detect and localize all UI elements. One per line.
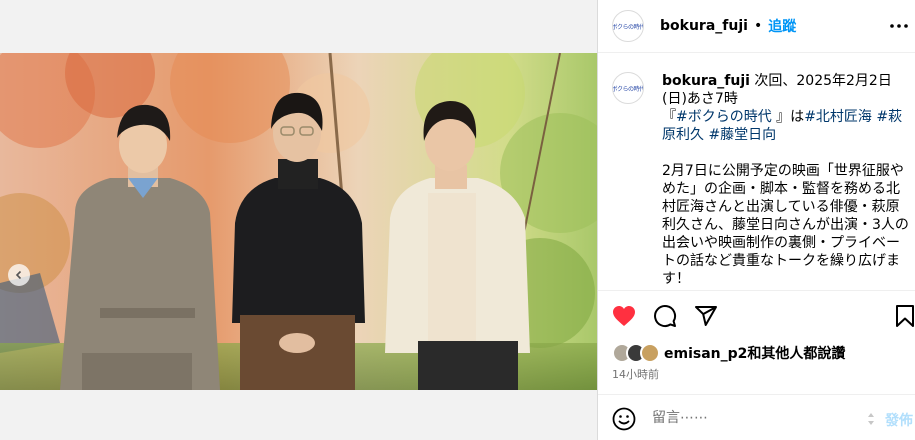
avatar-logo: ボクらの時代 bbox=[612, 23, 644, 31]
avatar[interactable]: ボクらの時代 bbox=[612, 72, 644, 104]
heart-filled-icon bbox=[613, 306, 635, 326]
comment-box: 發佈 bbox=[598, 395, 915, 440]
details-pane: ボクらの時代 bokura_fuji • 追蹤 ボクらの時代 bokura_fu… bbox=[598, 0, 915, 440]
separator-dot: • bbox=[753, 18, 763, 34]
chevron-left-icon bbox=[15, 270, 22, 280]
divider bbox=[598, 290, 915, 291]
bookmark-icon bbox=[896, 305, 914, 327]
timestamp[interactable]: 14小時前 bbox=[612, 366, 659, 382]
resize-handle-icon bbox=[868, 413, 874, 425]
send-icon bbox=[695, 306, 717, 326]
username-link[interactable]: bokura_fuji bbox=[660, 18, 748, 34]
hashtag-link[interactable]: #ボクらの時代 bbox=[676, 109, 772, 125]
action-bar bbox=[598, 298, 915, 334]
caption-paragraph: 2月7日に公開予定の映画「世界征服やめた」の企画・脚本・監督を務める北村匠海さん… bbox=[662, 163, 909, 287]
caption-text: bokura_fuji 次回、2025年2月2日(日)あさ7時 『#ボクらの時代… bbox=[662, 72, 912, 288]
post-photo[interactable] bbox=[0, 53, 597, 390]
avatar[interactable]: ボクらの時代 bbox=[612, 10, 644, 42]
liker-username[interactable]: emisan_p2 bbox=[664, 346, 747, 362]
like-button[interactable] bbox=[610, 302, 638, 330]
more-options-button[interactable] bbox=[889, 16, 909, 36]
comment-icon bbox=[654, 305, 677, 327]
follow-button[interactable]: 追蹤 bbox=[768, 16, 796, 36]
comment-input[interactable] bbox=[652, 405, 852, 431]
avatar bbox=[640, 343, 660, 363]
hashtag-link[interactable]: #北村匠海 bbox=[804, 109, 872, 125]
carousel-prev-button[interactable] bbox=[8, 264, 30, 286]
media-pane bbox=[0, 0, 597, 440]
caption-area: ボクらの時代 bokura_fuji 次回、2025年2月2日(日)あさ7時 『… bbox=[598, 54, 915, 290]
save-button[interactable] bbox=[891, 302, 915, 330]
caption-line2-mid: 』は bbox=[771, 109, 805, 125]
post-header: ボクらの時代 bokura_fuji • 追蹤 bbox=[598, 0, 915, 53]
caption-bracket-open: 『 bbox=[662, 109, 676, 125]
more-horizontal-icon bbox=[890, 24, 908, 28]
post-comment-button[interactable]: 發佈 bbox=[885, 410, 913, 430]
emoji-icon[interactable] bbox=[612, 407, 636, 431]
comment-button[interactable] bbox=[651, 302, 679, 330]
caption-username[interactable]: bokura_fuji bbox=[662, 73, 750, 89]
hashtag-link[interactable]: #藤堂日向 bbox=[708, 127, 776, 143]
likes-suffix[interactable]: 和其他人都說讚 bbox=[747, 346, 845, 362]
likes-summary: emisan_p2和其他人都說讚 bbox=[612, 342, 845, 364]
share-button[interactable] bbox=[692, 302, 720, 330]
avatar-logo: ボクらの時代 bbox=[612, 85, 644, 93]
